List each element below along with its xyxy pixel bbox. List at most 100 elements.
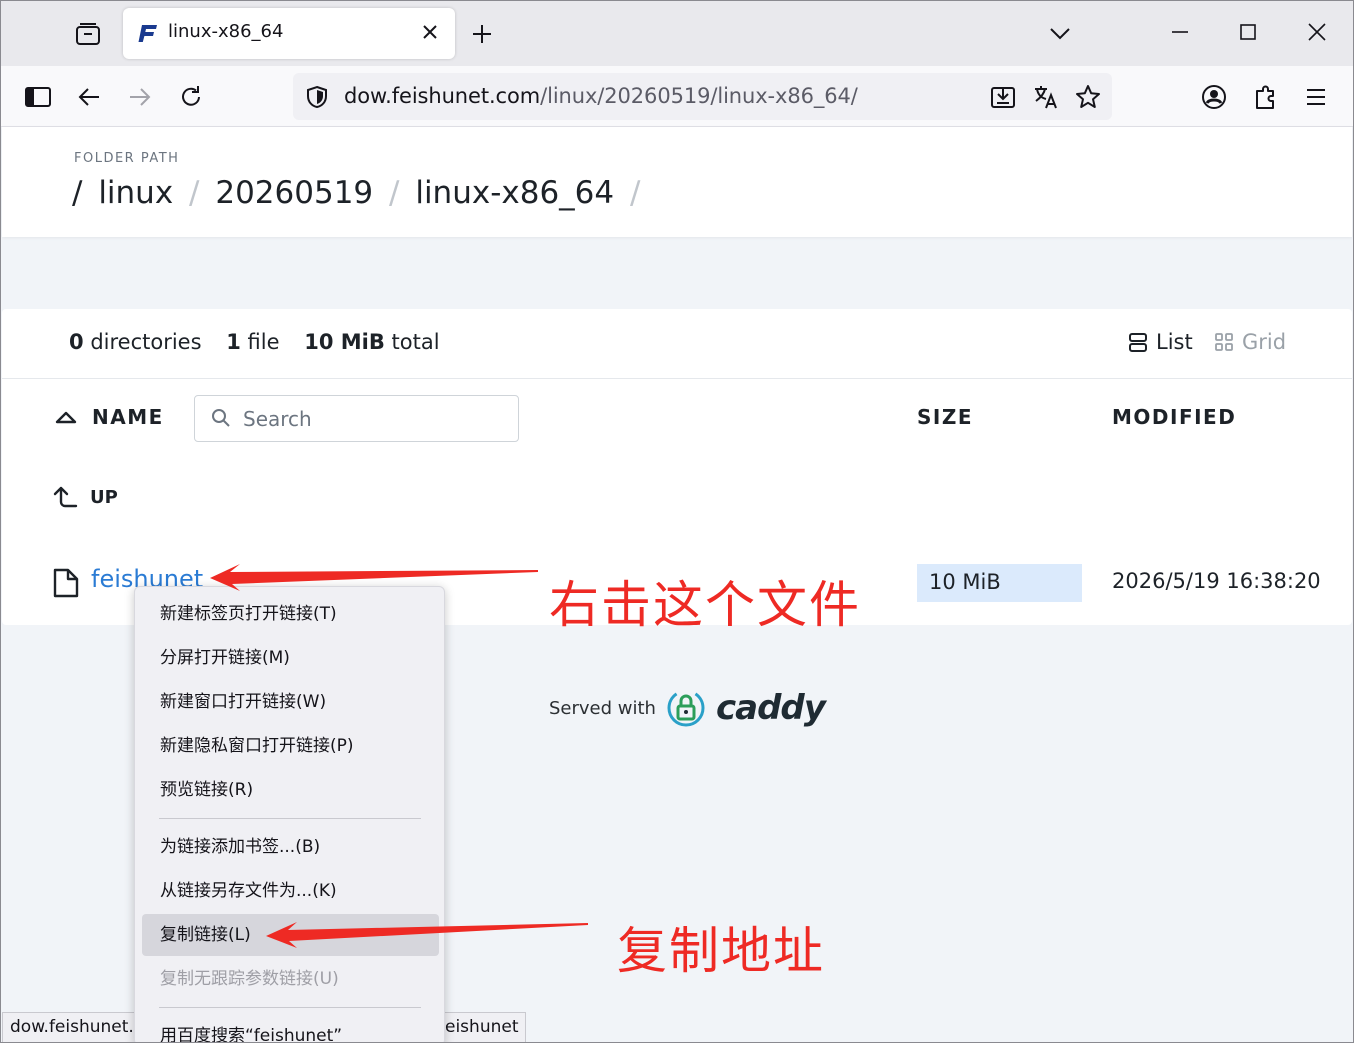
- back-button[interactable]: [73, 81, 105, 113]
- feishunet-favicon: [138, 25, 157, 42]
- save-page-button[interactable]: [990, 84, 1016, 110]
- menu-item-copy-clean-link[interactable]: 复制无跟踪参数链接(U): [142, 958, 439, 1000]
- url-text[interactable]: dow.feishunet.com/linux/20260519/linux-x…: [344, 84, 858, 108]
- tab-overview-icon: [76, 23, 100, 45]
- search-input[interactable]: [243, 406, 503, 432]
- arrow-up-left-icon: [53, 486, 78, 508]
- file-icon: [53, 568, 79, 598]
- address-bar[interactable]: dow.feishunet.com/linux/20260519/linux-x…: [293, 73, 1112, 120]
- file-size: 10 MiB: [917, 564, 1082, 602]
- menu-item-open-private-window[interactable]: 新建隐私窗口打开链接(P): [142, 725, 439, 767]
- tab-overview-button[interactable]: [68, 16, 108, 52]
- arrow-left-icon: [78, 88, 99, 106]
- url-host: dow.feishunet.com: [344, 84, 541, 108]
- sidebar-toggle-button[interactable]: [22, 81, 54, 113]
- grid-view-label: Grid: [1242, 330, 1287, 354]
- grid-view-button[interactable]: Grid: [1214, 330, 1286, 354]
- list-view-button[interactable]: List: [1128, 330, 1193, 354]
- caddy-logo[interactable]: caddy: [716, 688, 826, 728]
- status-bar-url-tail: eishunet: [440, 1012, 526, 1043]
- puzzle-icon: [1256, 85, 1274, 109]
- chevron-down-icon: [1050, 28, 1070, 40]
- maximize-button[interactable]: [1233, 18, 1263, 46]
- sort-ascending-icon: [55, 411, 77, 424]
- close-icon: [423, 25, 437, 39]
- bookmark-star-button[interactable]: [1075, 84, 1101, 110]
- extensions-button[interactable]: [1250, 81, 1282, 113]
- menu-item-copy-link[interactable]: 复制链接(L): [142, 914, 439, 956]
- breadcrumb-separator: /: [629, 175, 641, 211]
- plus-icon: [473, 25, 491, 43]
- menu-item-search-baidu[interactable]: 用百度搜索“feishunet”: [142, 1015, 439, 1043]
- served-with-footer: Served with caddy: [549, 688, 826, 728]
- close-icon: [1308, 23, 1326, 41]
- tab-bar: linux-x86_64: [0, 0, 1354, 66]
- listing-summary: 0 directories 1 file 10 MiB total: [69, 330, 440, 354]
- modified-column-header[interactable]: MODIFIED: [1112, 405, 1236, 429]
- tab-close-button[interactable]: [419, 21, 441, 43]
- sidebar-icon: [25, 87, 51, 107]
- grid-view-icon: [1215, 333, 1233, 351]
- menu-separator: [159, 1007, 421, 1008]
- annotation-copy-address: 复制地址: [617, 922, 825, 980]
- total-size: 10 MiB: [304, 330, 385, 354]
- hamburger-menu-icon: [1307, 89, 1325, 105]
- app-menu-button[interactable]: [1300, 81, 1332, 113]
- minimize-button[interactable]: [1165, 18, 1195, 46]
- folder-path-label: FOLDER PATH: [74, 151, 180, 166]
- file-count: 1: [226, 330, 241, 354]
- listing-divider: [2, 378, 1352, 379]
- translate-icon: [1035, 86, 1057, 109]
- list-all-tabs-button[interactable]: [1046, 20, 1074, 48]
- download-icon: [991, 87, 1015, 108]
- menu-item-save-link-as[interactable]: 从链接另存文件为...(K): [142, 870, 439, 912]
- directory-count: 0: [69, 330, 84, 354]
- size-column-header[interactable]: SIZE: [917, 405, 973, 429]
- reload-button[interactable]: [175, 81, 207, 113]
- page-header: FOLDER PATH / linux / 20260519 / linux-x…: [2, 127, 1352, 237]
- menu-item-preview-link[interactable]: 预览链接(R): [142, 769, 439, 811]
- active-tab[interactable]: linux-x86_64: [123, 8, 455, 59]
- translate-button[interactable]: [1033, 84, 1059, 110]
- breadcrumb-separator: /: [189, 175, 200, 211]
- list-view-label: List: [1156, 330, 1193, 354]
- shield-icon[interactable]: [305, 85, 329, 109]
- up-label: UP: [90, 486, 118, 508]
- file-label: file: [247, 330, 280, 354]
- new-tab-button[interactable]: [468, 20, 496, 48]
- search-field[interactable]: [194, 395, 519, 442]
- breadcrumb-separator: /: [389, 175, 400, 211]
- breadcrumb: / linux / 20260519 / linux-x86_64 /: [72, 175, 646, 211]
- menu-separator: [159, 818, 421, 819]
- account-button[interactable]: [1198, 81, 1230, 113]
- menu-item-open-new-window[interactable]: 新建窗口打开链接(W): [142, 681, 439, 723]
- served-with-label: Served with: [549, 697, 656, 719]
- url-path: /linux/20260519/linux-x86_64/: [540, 84, 858, 108]
- name-column-label: NAME: [92, 405, 164, 429]
- file-modified: 2026/5/19 16:38:20: [1112, 569, 1321, 593]
- arrow-right-icon: [130, 88, 151, 106]
- account-icon: [1202, 85, 1226, 109]
- star-icon: [1076, 85, 1100, 108]
- window-close-button[interactable]: [1302, 18, 1332, 46]
- name-column-header[interactable]: NAME: [54, 405, 164, 429]
- status-bar-url: dow.feishunet.: [2, 1012, 142, 1043]
- navigation-toolbar: dow.feishunet.com/linux/20260519/linux-x…: [0, 66, 1354, 127]
- menu-item-bookmark-link[interactable]: 为链接添加书签...(B): [142, 826, 439, 868]
- breadcrumb-item-arch[interactable]: linux-x86_64: [415, 175, 614, 211]
- maximize-icon: [1240, 24, 1256, 40]
- list-view-icon: [1129, 333, 1147, 352]
- menu-item-open-new-tab[interactable]: 新建标签页打开链接(T): [142, 593, 439, 635]
- breadcrumb-item-date[interactable]: 20260519: [215, 175, 373, 211]
- parent-directory-link[interactable]: UP: [52, 484, 118, 510]
- caddy-lock-icon: [667, 689, 705, 727]
- menu-item-open-split-view[interactable]: 分屏打开链接(M): [142, 637, 439, 679]
- tab-title: linux-x86_64: [168, 21, 284, 42]
- annotation-right-click-file: 右击这个文件: [549, 576, 861, 634]
- search-icon: [212, 409, 230, 427]
- breadcrumb-root[interactable]: /: [72, 175, 82, 211]
- minimize-icon: [1172, 31, 1188, 33]
- breadcrumb-item-linux[interactable]: linux: [98, 175, 173, 211]
- forward-button[interactable]: [124, 81, 156, 113]
- directory-label: directories: [90, 330, 202, 354]
